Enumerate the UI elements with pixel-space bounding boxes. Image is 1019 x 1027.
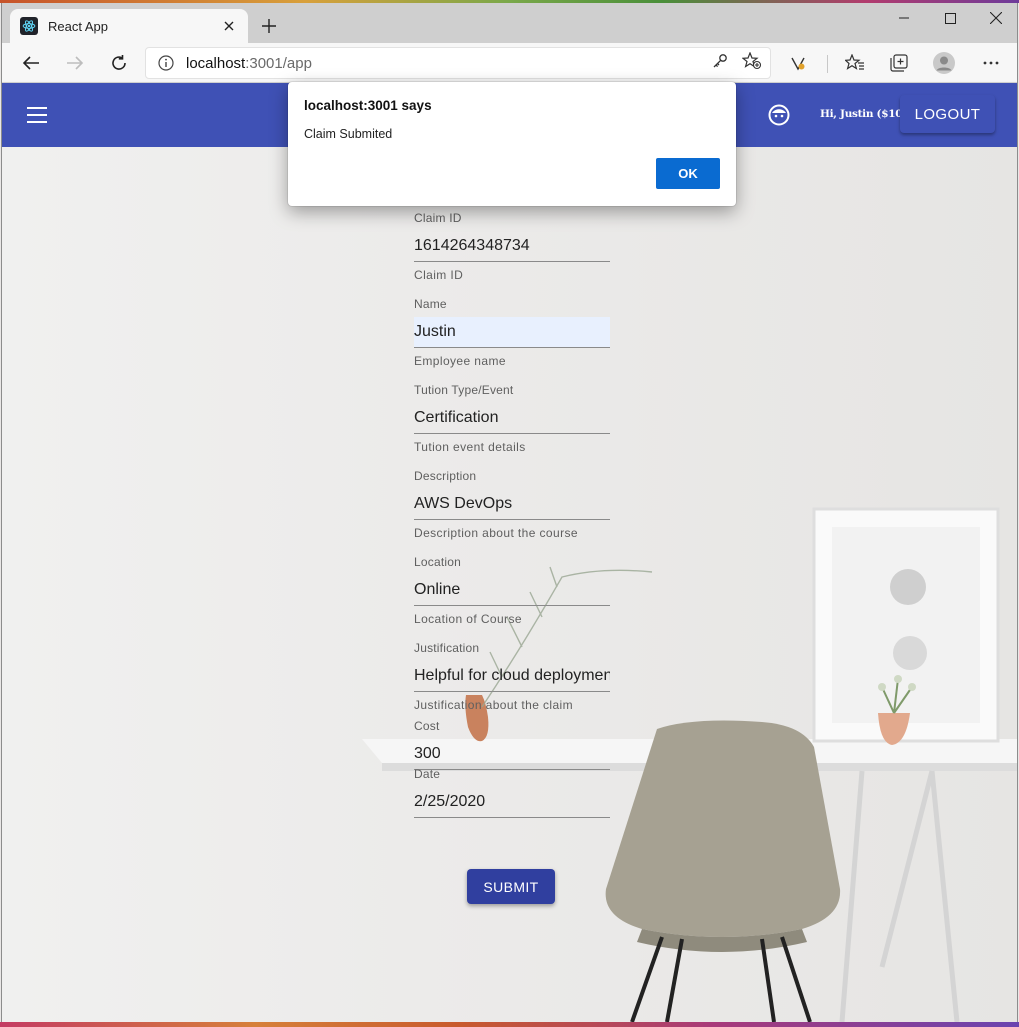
field-helper-text: Employee name [414, 354, 506, 368]
refresh-icon[interactable] [104, 49, 134, 77]
field-helper-text: Location of Course [414, 612, 522, 626]
dialog-title: localhost:3001 says [304, 98, 432, 113]
field-label: Name [414, 297, 447, 311]
name-input[interactable]: Justin [414, 317, 610, 348]
address-bar[interactable]: localhost:3001/app [145, 47, 771, 79]
logout-button[interactable]: LOGOUT [900, 95, 995, 133]
minimize-icon[interactable] [881, 3, 927, 33]
field-cost: Cost 300 [414, 719, 610, 770]
justification-input[interactable]: Helpful for cloud deploymen [414, 661, 610, 692]
field-label: Cost [414, 719, 440, 733]
browser-tab[interactable]: React App [10, 9, 248, 43]
more-icon[interactable] [976, 49, 1006, 77]
field-claim-id: Claim ID 1614264348734 Claim ID [414, 211, 610, 282]
field-date: Date 2/25/2020 [414, 767, 610, 818]
field-label: Location [414, 555, 461, 569]
desktop-background-strip-bottom [0, 1022, 1019, 1027]
claim-id-input[interactable]: 1614264348734 [414, 231, 610, 262]
profile-icon[interactable] [929, 49, 959, 77]
field-name: Name Justin Employee name [414, 297, 610, 368]
extension-icon[interactable] [783, 49, 813, 77]
submit-button[interactable]: SUBMIT [467, 869, 555, 904]
field-label: Date [414, 767, 441, 781]
location-input[interactable]: Online [414, 575, 610, 606]
description-input[interactable]: AWS DevOps [414, 489, 610, 520]
window-close-icon[interactable] [973, 3, 1017, 33]
hamburger-menu-icon[interactable] [24, 103, 50, 127]
forward-icon[interactable] [60, 49, 90, 77]
page-content: Claim ID 1614264348734 Claim ID Name Jus… [2, 147, 1017, 1022]
tab-title: React App [48, 18, 108, 34]
info-icon[interactable] [146, 55, 186, 71]
cost-input[interactable]: 300 [414, 739, 610, 770]
close-icon[interactable] [220, 18, 238, 35]
browser-window: React App localhost:3001/app Hi, Justin … [1, 3, 1018, 1022]
ok-button[interactable]: OK [656, 158, 720, 189]
url-host: localhost [186, 54, 246, 72]
face-icon [768, 104, 790, 126]
maximize-icon[interactable] [927, 3, 973, 33]
toolbar-divider [827, 55, 828, 73]
alert-dialog: localhost:3001 says Claim Submited OK [288, 82, 736, 206]
favorites-icon[interactable] [840, 49, 870, 77]
plus-icon[interactable] [256, 13, 282, 39]
browser-toolbar: localhost:3001/app [2, 43, 1017, 83]
dialog-message: Claim Submited [304, 127, 393, 141]
url-path: :3001/app [245, 54, 312, 72]
tuition-type-input[interactable]: Certification [414, 403, 610, 434]
field-label: Justification [414, 641, 480, 655]
field-label: Claim ID [414, 211, 462, 225]
field-justification: Justification Helpful for cloud deployme… [414, 641, 610, 712]
field-label: Description [414, 469, 477, 483]
back-icon[interactable] [16, 49, 46, 77]
tab-strip: React App [2, 3, 1017, 43]
react-logo-icon [20, 17, 38, 35]
field-helper-text: Tution event details [414, 440, 526, 454]
field-label: Tution Type/Event [414, 383, 514, 397]
field-helper-text: Justification about the claim [414, 698, 574, 712]
field-location: Location Online Location of Course [414, 555, 610, 626]
field-helper-text: Claim ID [414, 268, 464, 282]
key-icon[interactable] [712, 53, 728, 74]
field-helper-text: Description about the course [414, 526, 578, 540]
collections-icon[interactable] [884, 49, 914, 77]
date-input[interactable]: 2/25/2020 [414, 787, 610, 818]
url-text[interactable]: localhost:3001/app [186, 55, 712, 72]
field-tuition-type: Tution Type/Event Certification Tution e… [414, 383, 610, 454]
add-favorite-icon[interactable] [741, 50, 762, 75]
field-description: Description AWS DevOps Description about… [414, 469, 610, 540]
